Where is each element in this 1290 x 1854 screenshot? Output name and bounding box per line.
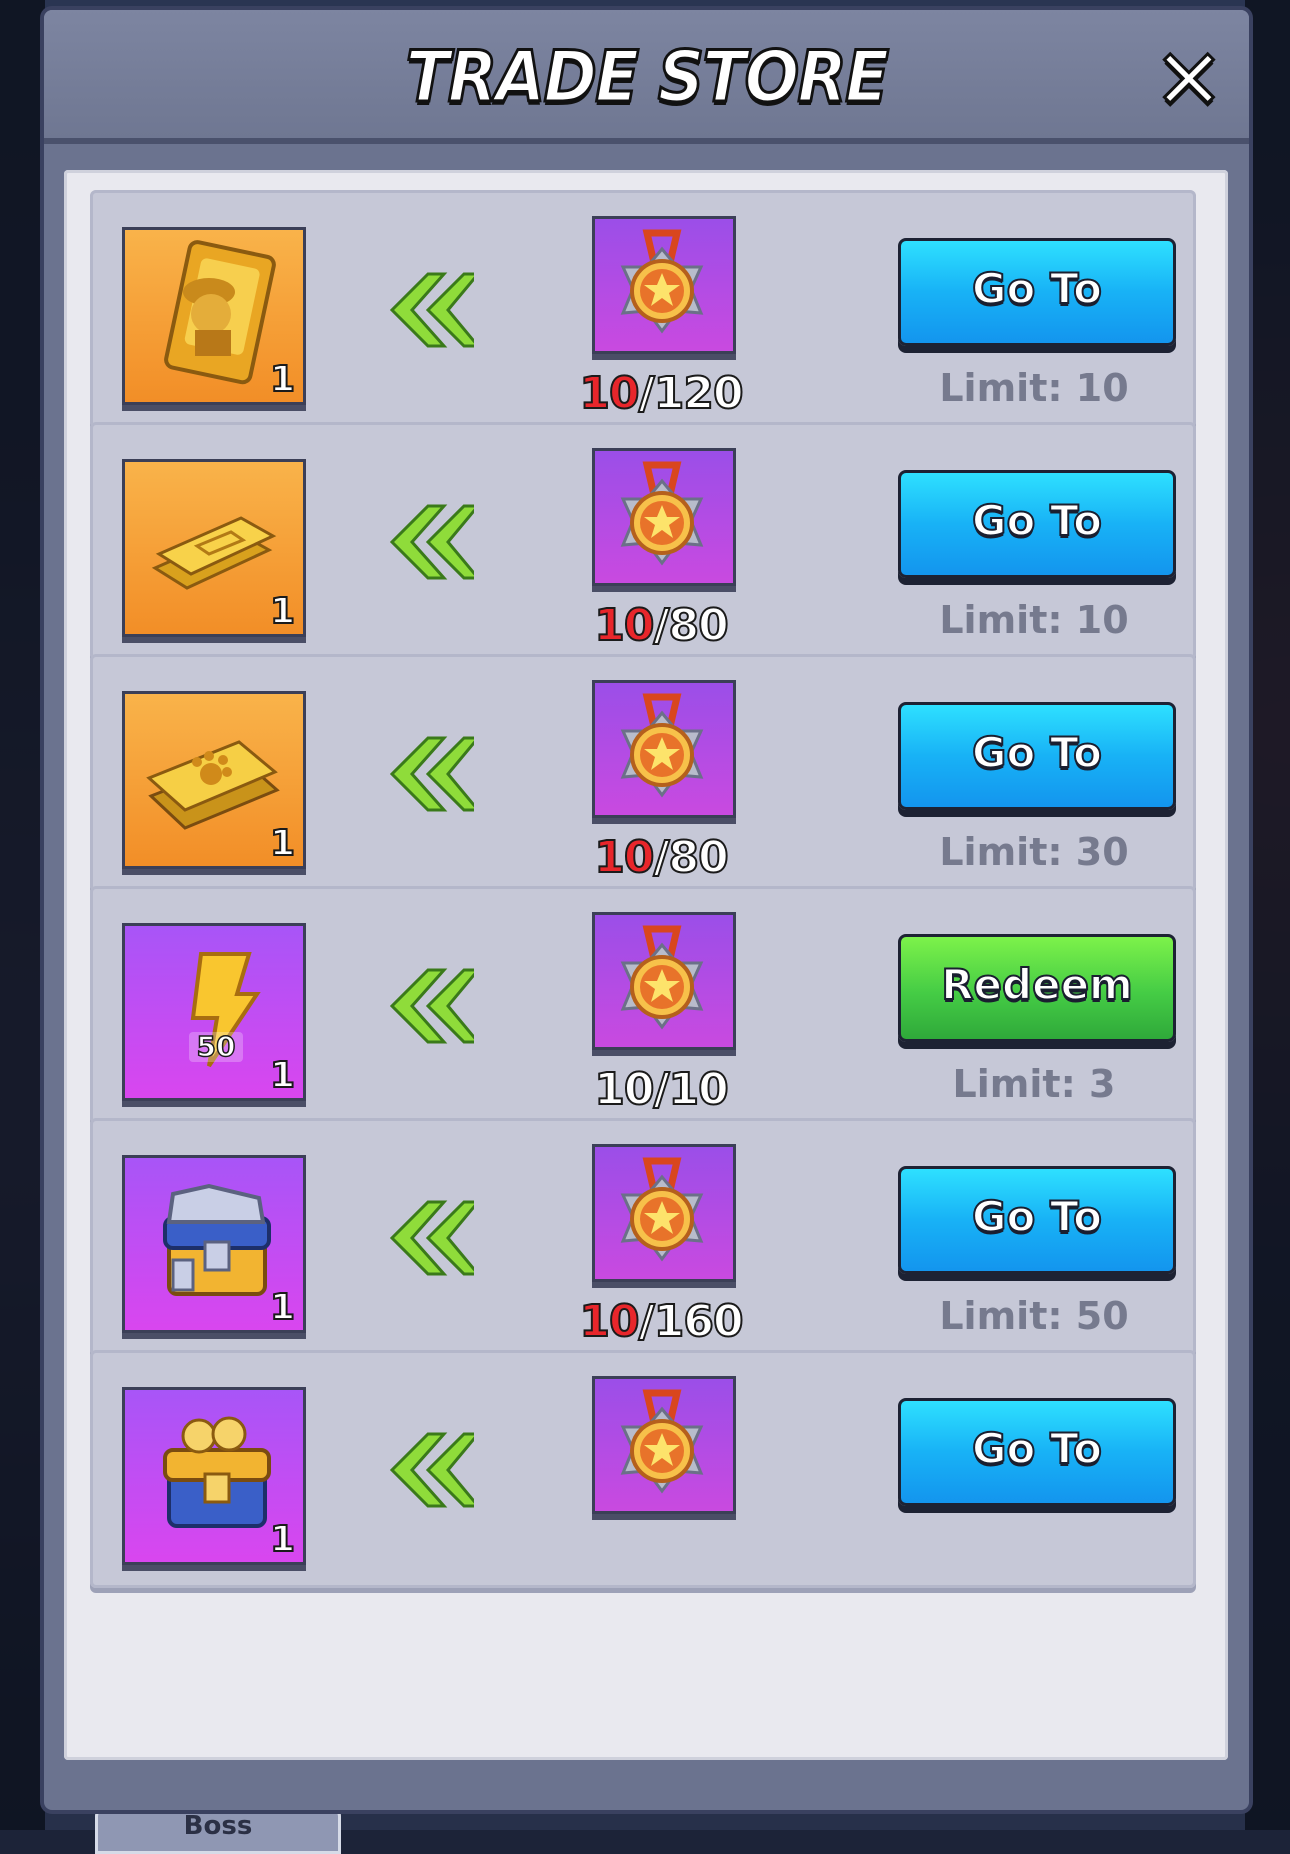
- go-to-button[interactable]: Go To: [898, 470, 1176, 578]
- limit-label: Limit: 30: [939, 830, 1129, 874]
- limit-label: Limit: 10: [939, 598, 1129, 642]
- action-button-label: Go To: [971, 1423, 1103, 1474]
- boss-tab-background: Boss: [95, 1808, 341, 1854]
- currency-required: /80: [652, 831, 729, 884]
- reward-quantity: 1: [269, 1518, 296, 1561]
- cost-item[interactable]: [592, 1144, 736, 1282]
- trade-row: 50 1 10/10 Redeem Limit: 3: [90, 886, 1196, 1124]
- currency-owned: 10: [578, 1295, 640, 1348]
- currency-required: /80: [652, 599, 729, 652]
- reward-quantity: 1: [269, 590, 296, 633]
- currency-owned: 10: [593, 831, 655, 884]
- star-medal-icon: [620, 1389, 704, 1494]
- close-icon[interactable]: ✕: [1149, 37, 1229, 124]
- go-to-button[interactable]: Go To: [898, 1166, 1176, 1274]
- cost-item[interactable]: [592, 216, 736, 354]
- trade-row: 1 10/160 Go To Limit: 50: [90, 1118, 1196, 1356]
- exchange-arrows-icon: [389, 1432, 474, 1508]
- currency-required: /160: [638, 1295, 745, 1348]
- currency-count: 10/120: [530, 367, 792, 420]
- cost-item[interactable]: [592, 912, 736, 1050]
- action-button-label: Go To: [971, 1191, 1103, 1242]
- exchange-arrows-icon: [389, 1200, 474, 1276]
- limit-label: Limit: 10: [939, 366, 1129, 410]
- star-medal-icon: [620, 693, 704, 798]
- cost-item[interactable]: [592, 1376, 736, 1514]
- star-medal-icon: [620, 1157, 704, 1262]
- boss-tab-label: Boss: [183, 1811, 253, 1841]
- exchange-arrows-icon: [389, 736, 474, 812]
- go-to-button[interactable]: Go To: [898, 238, 1176, 346]
- trade-store-dialog: TRADE STORE ✕ 1 10/120 Go To Limit: 10 1…: [44, 10, 1249, 1810]
- star-medal-icon: [620, 461, 704, 566]
- reward-quantity: 1: [269, 358, 296, 401]
- reward-item[interactable]: 50 1: [122, 923, 306, 1101]
- trade-row: 1 Go To: [90, 1350, 1196, 1588]
- left-dim-edge: [0, 0, 45, 1830]
- currency-required: 10/10: [593, 1063, 730, 1116]
- exchange-arrows-icon: [389, 504, 474, 580]
- currency-count: 10/10: [530, 1063, 792, 1116]
- reward-item[interactable]: 1: [122, 1387, 306, 1565]
- reward-item[interactable]: 1: [122, 691, 306, 869]
- action-button-label: Go To: [971, 495, 1103, 546]
- currency-count: 10/160: [530, 1295, 792, 1348]
- go-to-button[interactable]: Go To: [898, 702, 1176, 810]
- right-dim-edge: [1245, 0, 1290, 1830]
- action-button-label: Redeem: [940, 959, 1134, 1010]
- currency-required: /120: [638, 367, 745, 420]
- trade-row: 1 10/120 Go To Limit: 10: [90, 190, 1196, 428]
- currency-count: 10/80: [530, 599, 792, 652]
- exchange-arrows-icon: [389, 272, 474, 348]
- currency-owned: 10: [578, 367, 640, 420]
- currency-owned: 10: [593, 599, 655, 652]
- exchange-arrows-icon: [389, 968, 474, 1044]
- reward-quantity: 1: [269, 1286, 296, 1329]
- reward-item[interactable]: 1: [122, 227, 306, 405]
- limit-label: Limit: 3: [952, 1062, 1116, 1106]
- reward-quantity: 1: [269, 822, 296, 865]
- reward-quantity: 1: [269, 1054, 296, 1097]
- action-button-label: Go To: [971, 263, 1103, 314]
- redeem-button[interactable]: Redeem: [898, 934, 1176, 1042]
- cost-item[interactable]: [592, 448, 736, 586]
- currency-count: 10/80: [530, 831, 792, 884]
- trade-list[interactable]: 1 10/120 Go To Limit: 10 1 10/80 Go To L…: [64, 170, 1228, 1760]
- trade-row: 1 10/80 Go To Limit: 30: [90, 654, 1196, 892]
- trade-row: 1 10/80 Go To Limit: 10: [90, 422, 1196, 660]
- dialog-title: TRADE STORE: [404, 35, 890, 120]
- reward-item[interactable]: 1: [122, 1155, 306, 1333]
- reward-item[interactable]: 1: [122, 459, 306, 637]
- dialog-header: TRADE STORE ✕: [44, 10, 1249, 144]
- go-to-button[interactable]: Go To: [898, 1398, 1176, 1506]
- limit-label: Limit: 50: [939, 1294, 1129, 1338]
- star-medal-icon: [620, 229, 704, 334]
- svg-text:50: 50: [197, 1030, 236, 1063]
- trade-rows: 1 10/120 Go To Limit: 10 1 10/80 Go To L…: [64, 170, 1228, 1735]
- action-button-label: Go To: [971, 727, 1103, 778]
- star-medal-icon: [620, 925, 704, 1030]
- cost-item[interactable]: [592, 680, 736, 818]
